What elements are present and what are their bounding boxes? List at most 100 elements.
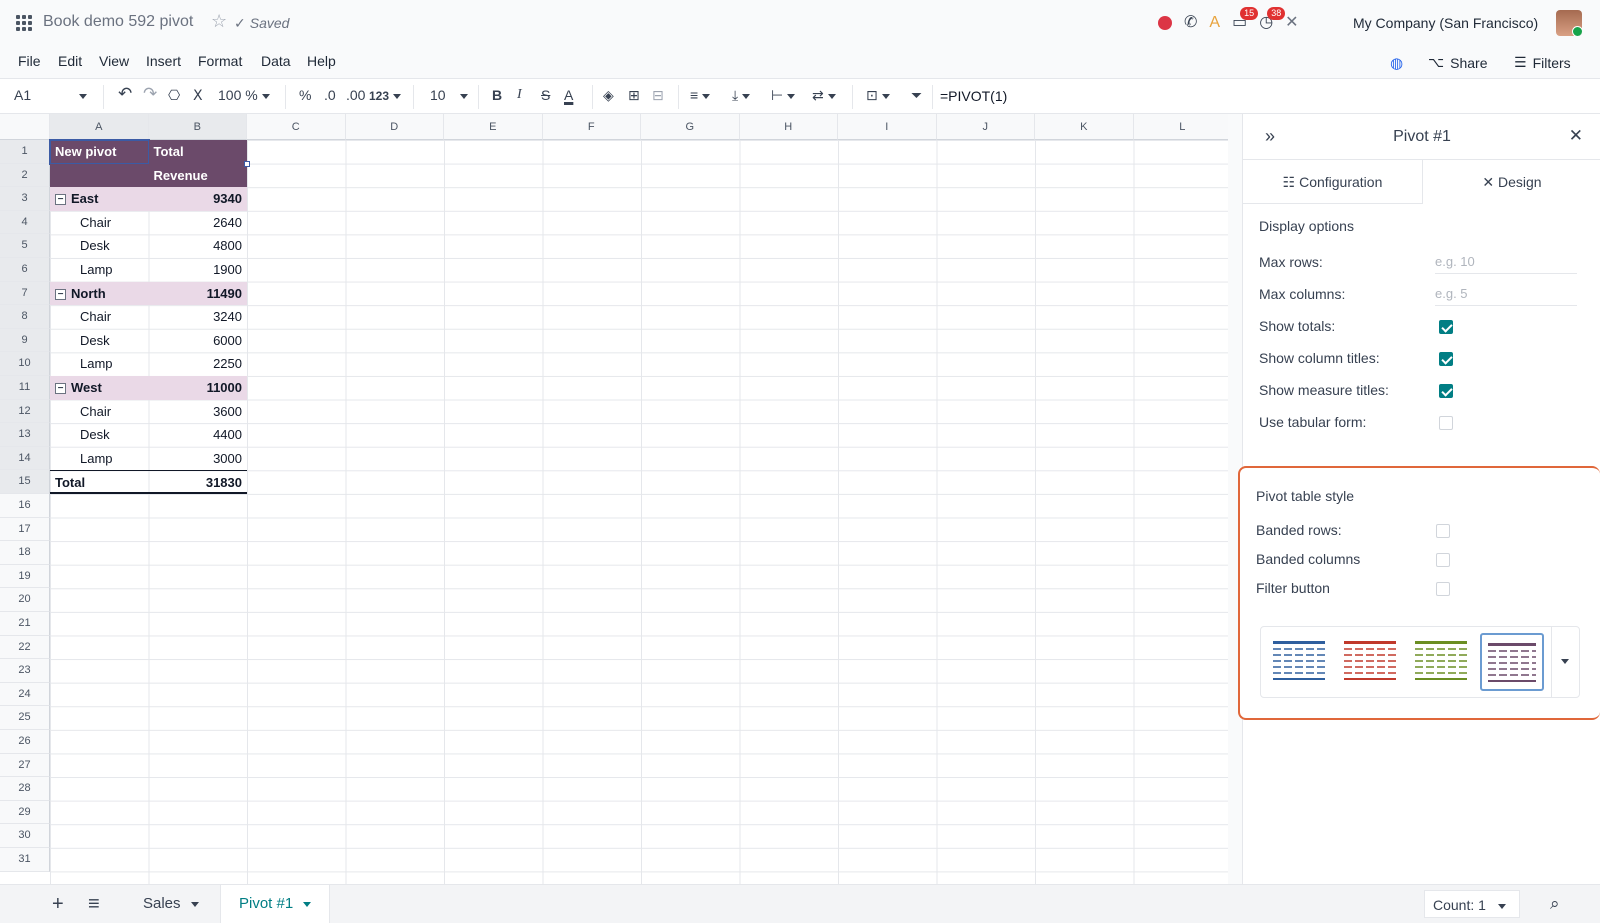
row-header[interactable]: 11 (0, 376, 50, 400)
menu-format[interactable]: Format (198, 53, 242, 69)
pivot-group-cell[interactable]: − North (50, 281, 149, 306)
close-icon[interactable]: ✕ (1569, 126, 1583, 146)
undo-icon[interactable]: ↶ (118, 84, 132, 104)
paint-format-icon[interactable]: ⎔ (168, 87, 180, 104)
pivot-group-total[interactable]: 9340 (148, 187, 247, 211)
pivot-value-cell[interactable]: 4400 (149, 423, 248, 447)
pivot-value-cell[interactable]: 6000 (149, 329, 248, 353)
option-checkbox[interactable] (1439, 352, 1453, 366)
menu-help[interactable]: Help (307, 53, 336, 69)
pivot-row-cell[interactable]: Chair (50, 211, 149, 235)
column-header[interactable]: B (148, 114, 247, 140)
company-switcher[interactable]: My Company (San Francisco) (1353, 15, 1538, 31)
row-header[interactable]: 28 (0, 777, 50, 801)
column-header[interactable]: K (1035, 114, 1134, 140)
column-header[interactable]: L (1133, 114, 1228, 140)
formula-bar[interactable]: =PIVOT(1) (940, 88, 1007, 104)
pivot-row-cell[interactable]: Chair (50, 305, 149, 329)
column-header[interactable]: G (641, 114, 740, 140)
zoom-select[interactable]: 100 % (218, 87, 270, 103)
option-checkbox[interactable] (1439, 320, 1453, 334)
pivot-style-thumbnail[interactable] (1409, 633, 1473, 691)
row-header[interactable]: 31 (0, 848, 50, 872)
menu-data[interactable]: Data (261, 53, 291, 69)
pivot-row-cell[interactable]: Desk (50, 329, 149, 353)
pivot-group-cell[interactable]: − East (50, 187, 149, 211)
more-styles-button[interactable] (1551, 627, 1579, 697)
clear-format-icon[interactable]: Ⅹ (193, 87, 203, 104)
decrease-decimal-button[interactable]: .0 (324, 87, 336, 103)
merge-cells-icon[interactable]: ⊟ (652, 87, 664, 104)
column-header[interactable]: C (247, 114, 346, 140)
horizontal-align-icon[interactable]: ≡ (690, 87, 711, 103)
pivot-style-thumbnail[interactable] (1338, 633, 1402, 691)
sheet-tab-sales[interactable]: Sales (125, 885, 217, 923)
count-aggregate[interactable]: Count: 1 (1424, 890, 1520, 918)
share-button[interactable]: ⌥ Share (1428, 54, 1488, 71)
max-columns-input[interactable]: e.g. 5 (1435, 286, 1577, 306)
pivot-header-cell[interactable] (50, 163, 149, 188)
pivot-value-cell[interactable]: 4800 (149, 234, 248, 258)
record-icon[interactable] (1158, 16, 1172, 30)
rotation-icon[interactable]: ⇄ (812, 87, 836, 104)
style-option-checkbox[interactable] (1436, 524, 1450, 538)
pivot-grand-total[interactable]: 31830 (148, 470, 247, 494)
fill-color-icon[interactable]: ◈ (603, 87, 614, 104)
pivot-row-cell[interactable]: Chair (50, 400, 149, 424)
font-size-select[interactable]: 10 (430, 87, 468, 103)
corner-header[interactable] (0, 114, 50, 140)
pivot-value-cell[interactable]: 3000 (149, 447, 248, 471)
column-header[interactable]: H (739, 114, 838, 140)
sheet-tab-pivot[interactable]: Pivot #1 (220, 885, 331, 923)
spreadsheet-grid[interactable]: ABCDEFGHIJKL 1 2 3 4 5 6 7 8 9 10 11 12 13 14 15 16 17 18… (0, 114, 1228, 884)
row-header[interactable]: 6 (0, 258, 50, 282)
row-header[interactable]: 14 (0, 446, 50, 471)
row-header[interactable]: 4 (0, 210, 50, 235)
max-rows-input[interactable]: e.g. 10 (1435, 254, 1577, 274)
row-header[interactable]: 30 (0, 824, 50, 848)
number-format-button[interactable]: 123 (369, 87, 402, 103)
row-header[interactable]: 9 (0, 328, 50, 353)
row-header[interactable]: 24 (0, 682, 50, 707)
tools-icon[interactable]: ✕ (1285, 15, 1298, 31)
selection-handle[interactable] (244, 160, 250, 167)
row-header[interactable]: 3 (0, 187, 50, 211)
tab-design[interactable]: ✕ Design (1422, 160, 1600, 204)
row-header[interactable]: 20 (0, 588, 50, 612)
row-header[interactable]: 19 (0, 564, 50, 589)
pivot-row-cell[interactable]: Lamp (50, 447, 149, 471)
search-zoom-icon[interactable]: ⌕ (1550, 894, 1560, 914)
filter-funnel-icon[interactable]: ⏷ (911, 87, 922, 104)
menu-insert[interactable]: Insert (146, 53, 181, 69)
favorite-star-icon[interactable]: ☆ (211, 11, 227, 32)
pivot-value-cell[interactable]: 3600 (149, 400, 248, 424)
phone-icon[interactable]: ✆ (1184, 15, 1197, 31)
row-header[interactable]: 10 (0, 352, 50, 376)
row-header[interactable]: 12 (0, 399, 50, 424)
menu-edit[interactable]: Edit (58, 53, 82, 69)
row-header[interactable]: 8 (0, 305, 50, 329)
row-header[interactable]: 1 (0, 140, 50, 164)
row-header[interactable]: 22 (0, 635, 50, 660)
add-sheet-icon[interactable]: + (52, 893, 64, 916)
sheet-list-icon[interactable]: ≡ (88, 893, 100, 916)
strikethrough-icon[interactable]: S (541, 87, 550, 103)
pivot-value-cell[interactable]: 2640 (149, 211, 248, 235)
row-header[interactable]: 2 (0, 163, 50, 188)
option-checkbox[interactable] (1439, 384, 1453, 398)
option-checkbox[interactable] (1439, 416, 1453, 430)
column-header[interactable]: D (345, 114, 444, 140)
row-header[interactable]: 16 (0, 494, 50, 518)
collapse-toggle-icon[interactable]: − (55, 383, 66, 395)
messages-icon[interactable]: ▭ 15 (1232, 7, 1259, 31)
column-header[interactable]: I (838, 114, 937, 140)
row-header[interactable]: 18 (0, 541, 50, 565)
pivot-value-cell[interactable]: 1900 (149, 258, 248, 282)
pivot-group-cell[interactable]: − West (50, 376, 149, 400)
row-header[interactable]: 5 (0, 234, 50, 258)
menu-view[interactable]: View (99, 53, 129, 69)
document-title[interactable]: Book demo 592 pivot (43, 13, 193, 31)
column-header[interactable]: E (444, 114, 543, 140)
bold-icon[interactable]: B (492, 87, 502, 103)
row-header[interactable]: 7 (0, 281, 50, 306)
